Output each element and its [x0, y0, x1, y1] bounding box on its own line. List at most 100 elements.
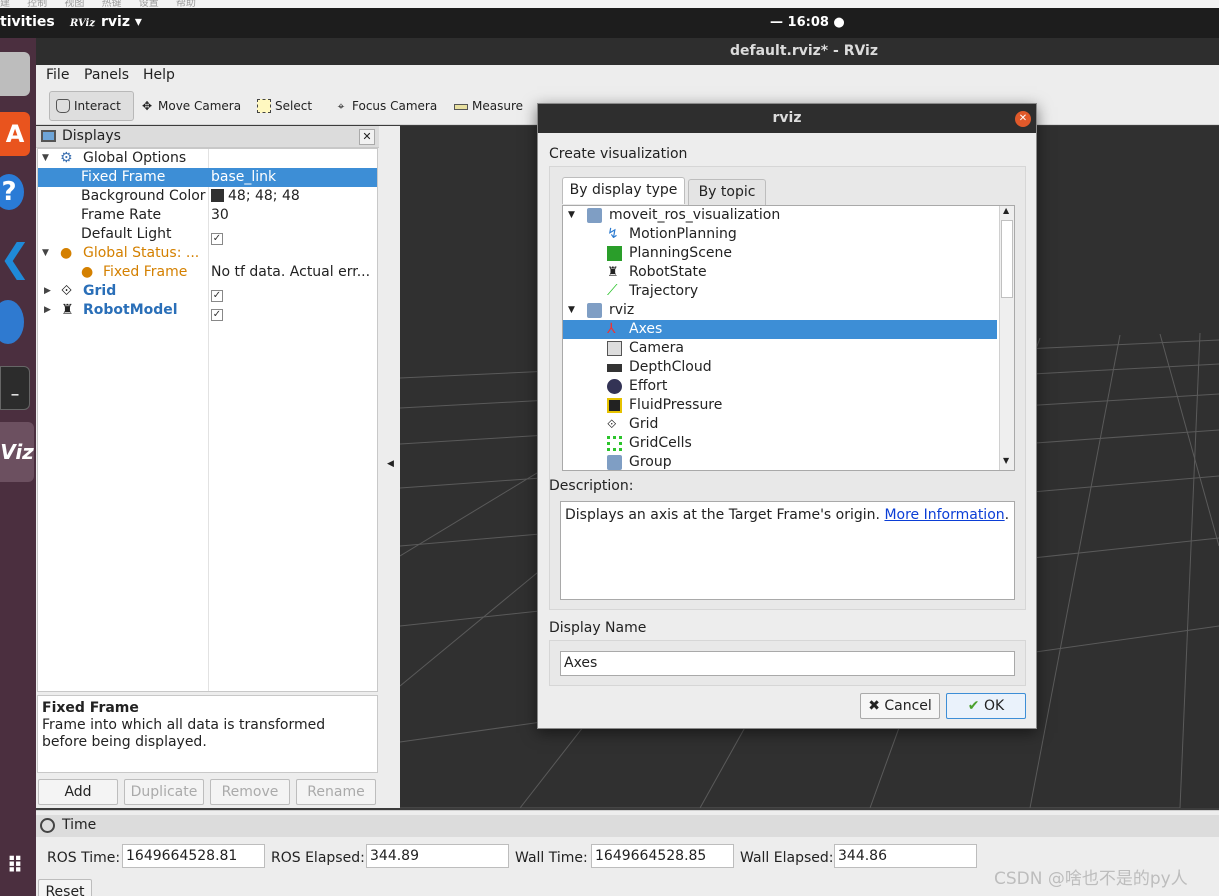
- expand-arrow-icon[interactable]: ▼: [568, 301, 575, 320]
- tree-row-status-fixed-frame[interactable]: ● Fixed Frame No tf data. Actual err...: [38, 263, 377, 282]
- chrome-icon[interactable]: [0, 300, 24, 344]
- tree-row-default-light[interactable]: Default Light ✓: [38, 225, 377, 245]
- show-apps-icon[interactable]: ⠿: [0, 844, 30, 888]
- close-icon[interactable]: ✕: [1015, 111, 1031, 127]
- measure-tool-button[interactable]: Measure: [448, 91, 529, 121]
- tree-row-grid[interactable]: ▶ ⟐ Grid ✓: [38, 282, 377, 302]
- list-item-axes[interactable]: ⅄ Axes: [563, 320, 997, 339]
- display-type-list[interactable]: ▼ moveit_ros_visualization ↯ MotionPlann…: [562, 205, 1015, 471]
- list-label: Effort: [629, 378, 668, 394]
- tree-value[interactable]: 30: [211, 206, 229, 225]
- menu-help[interactable]: Help: [143, 67, 175, 83]
- menu-file[interactable]: File: [46, 67, 69, 83]
- tree-row-frame-rate[interactable]: Frame Rate 30: [38, 206, 377, 225]
- list-item-gridcells[interactable]: GridCells: [563, 434, 997, 453]
- collapse-arrow-icon[interactable]: ▶: [44, 301, 51, 320]
- effort-icon: [607, 379, 622, 394]
- menu-panels[interactable]: Panels: [84, 67, 129, 83]
- hand-icon: [56, 99, 70, 113]
- list-item-planningscene[interactable]: PlanningScene: [563, 244, 997, 263]
- property-description: Fixed Frame Frame into which all data is…: [37, 695, 378, 773]
- list-label: RobotState: [629, 264, 707, 280]
- software-center-icon[interactable]: A: [0, 112, 30, 156]
- tree-value[interactable]: 48; 48; 48: [211, 187, 300, 206]
- list-label: GridCells: [629, 435, 692, 451]
- displays-tree[interactable]: ▼ ⚙ Global Options Fixed Frame base_link…: [37, 148, 378, 692]
- vscode-icon[interactable]: ❮: [0, 236, 31, 280]
- list-item-group[interactable]: Group: [563, 453, 997, 470]
- clock[interactable]: — 16:08 ●: [770, 15, 845, 30]
- list-group-rviz[interactable]: ▼ rviz: [563, 301, 997, 320]
- system-menu-strip: 建 控制 视图 热键 设置 帮助: [0, 0, 1219, 8]
- tab-by-display-type[interactable]: By display type: [562, 177, 685, 204]
- tree-value[interactable]: base_link: [211, 168, 276, 187]
- ok-label: OK: [983, 698, 1005, 714]
- wall-elapsed-field[interactable]: 344.86: [834, 844, 977, 868]
- planning-scene-icon: [607, 246, 622, 261]
- panel-splitter[interactable]: ◀: [379, 126, 400, 808]
- list-label: Trajectory: [629, 283, 699, 299]
- expand-arrow-icon[interactable]: ▼: [42, 244, 49, 263]
- more-information-link[interactable]: More Information: [884, 507, 1004, 523]
- time-panel-header: Time: [36, 815, 1219, 837]
- list-group-moveit[interactable]: ▼ moveit_ros_visualization: [563, 206, 997, 225]
- activities-button[interactable]: tivities: [0, 14, 55, 30]
- cancel-x-icon: ✖: [868, 698, 880, 714]
- rviz-dock-icon[interactable]: Viz: [0, 422, 34, 482]
- axes-icon: ⅄: [607, 321, 616, 337]
- grid-cells-icon: [607, 436, 622, 451]
- ros-time-field[interactable]: 1649664528.81: [122, 844, 265, 868]
- expand-arrow-icon[interactable]: ▼: [568, 206, 575, 225]
- terminal-icon[interactable]: _: [0, 366, 30, 410]
- list-item-grid[interactable]: ⟐ Grid: [563, 415, 997, 434]
- list-item-motionplanning[interactable]: ↯ MotionPlanning: [563, 225, 997, 244]
- robot-icon: ♜: [61, 302, 74, 318]
- duplicate-button[interactable]: Duplicate: [124, 779, 204, 805]
- expand-arrow-icon[interactable]: ▼: [42, 149, 49, 168]
- close-panel-button[interactable]: ✕: [359, 129, 375, 145]
- list-label: FluidPressure: [629, 397, 723, 413]
- list-item-robotstate[interactable]: ♜ RobotState: [563, 263, 997, 282]
- checkbox[interactable]: ✓: [211, 304, 223, 323]
- move-camera-tool-button[interactable]: ✥ Move Camera: [134, 91, 247, 121]
- focus-camera-tool-button[interactable]: ⌖ Focus Camera: [328, 91, 443, 121]
- list-scrollbar[interactable]: ▲ ▼: [999, 206, 1014, 470]
- select-box-icon: [257, 99, 271, 113]
- wall-time-field[interactable]: 1649664528.85: [591, 844, 734, 868]
- remove-button[interactable]: Remove: [210, 779, 290, 805]
- add-button[interactable]: Add: [38, 779, 118, 805]
- select-label: Select: [275, 99, 313, 113]
- tree-row-global-options[interactable]: ▼ ⚙ Global Options: [38, 149, 377, 168]
- description-period: .: [1004, 507, 1010, 523]
- ruler-icon: [454, 104, 468, 110]
- tree-row-global-status[interactable]: ▼ ● Global Status: ...: [38, 244, 377, 263]
- window-titlebar: default.rviz* - RViz: [36, 38, 1219, 65]
- list-item-trajectory[interactable]: ⟋ Trajectory: [563, 281, 997, 301]
- display-name-input[interactable]: Axes: [560, 651, 1015, 676]
- warning-icon: ●: [81, 264, 94, 280]
- help-icon[interactable]: ?: [0, 174, 24, 210]
- rename-button[interactable]: Rename: [296, 779, 376, 805]
- interact-tool-button[interactable]: Interact: [49, 91, 134, 121]
- tree-row-fixed-frame[interactable]: Fixed Frame base_link: [38, 168, 377, 187]
- scroll-up-icon[interactable]: ▲: [1003, 206, 1009, 215]
- list-item-fluidpressure[interactable]: FluidPressure: [563, 396, 997, 415]
- ros-elapsed-field[interactable]: 344.89: [366, 844, 509, 868]
- list-item-camera[interactable]: Camera: [563, 339, 997, 358]
- tree-row-robot-model[interactable]: ▶ ♜ RobotModel ✓: [38, 301, 377, 323]
- app-menu[interactable]: RViz rviz ▾: [70, 14, 142, 30]
- select-tool-button[interactable]: Select: [251, 91, 318, 121]
- reset-button[interactable]: Reset: [38, 879, 92, 896]
- cancel-button[interactable]: ✖ Cancel: [860, 693, 940, 719]
- ok-button[interactable]: ✔ OK: [946, 693, 1026, 719]
- scroll-down-icon[interactable]: ▼: [1003, 456, 1009, 465]
- rviz-app-logo: RViz: [70, 18, 96, 29]
- collapse-left-icon[interactable]: ◀: [387, 459, 394, 469]
- collapse-arrow-icon[interactable]: ▶: [44, 282, 51, 301]
- files-icon[interactable]: [0, 52, 30, 96]
- list-item-effort[interactable]: Effort: [563, 377, 997, 396]
- tree-row-background-color[interactable]: Background Color 48; 48; 48: [38, 187, 377, 206]
- scrollbar-thumb[interactable]: [1001, 220, 1013, 298]
- tab-by-topic[interactable]: By topic: [688, 179, 766, 205]
- list-item-depthcloud[interactable]: DepthCloud: [563, 358, 997, 377]
